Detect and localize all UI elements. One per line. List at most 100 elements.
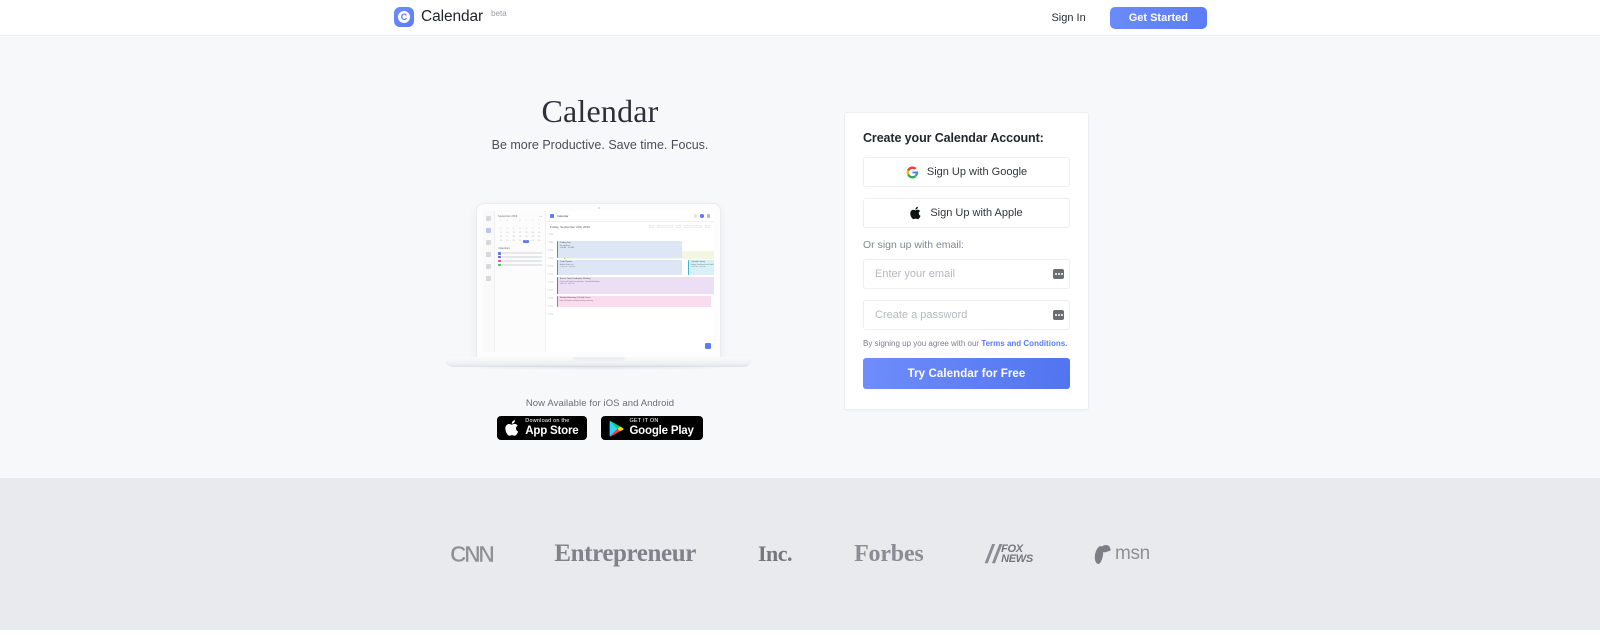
mockup-day-cell: 6	[525, 228, 527, 230]
app-store-line1: Download on the	[525, 418, 570, 424]
mockup-day-cell: 29	[537, 240, 541, 242]
calendar-logo-icon: C	[394, 7, 414, 27]
get-started-button[interactable]: Get Started	[1109, 7, 1207, 29]
mockup-prev-button	[649, 224, 654, 229]
email-input[interactable]	[863, 259, 1070, 289]
mockup-month-arrows: ‹ ›	[539, 215, 542, 218]
apple-button-label: Sign Up with Apple	[930, 207, 1023, 219]
mockup-day-cell: 15	[537, 232, 541, 234]
mockup-event-block: Weekly Marketing Call with Team https://c…	[557, 296, 711, 307]
try-calendar-for-free-button[interactable]: Try Calendar for Free	[863, 358, 1070, 389]
terms-and-conditions-link[interactable]: Terms and Conditions.	[981, 339, 1067, 348]
app-store-badge[interactable]: Download on the App Store	[497, 416, 588, 440]
mockup-main: Calendar Friday, September 27th 2019 8 A…	[546, 211, 714, 352]
mockup-hour-label: 12 PM	[546, 265, 554, 273]
mockup-day-cell: 21	[531, 236, 534, 238]
mockup-day-cell: 8	[538, 228, 540, 230]
mockup-day-cell: 27	[523, 240, 530, 244]
mockup-day-cell: 24	[506, 240, 509, 242]
mockup-day-cell: 25	[512, 240, 515, 242]
rail-icon-reports	[486, 276, 491, 281]
mockup-hour-column: 8 AM 9 AM 10 AM 11 AM 12 PM 1 PM 2 PM 3 PM 4 PM 5…	[546, 231, 554, 352]
mockup-search-icon	[693, 214, 698, 218]
email-field-wrapper	[863, 259, 1070, 289]
mockup-day-cell: 13	[525, 232, 528, 234]
mockup-mini-calendar: S M T W T F S 1 2 3 4 5 6 7 8 9 10 11 12 13 14 15 16 17 18 19 20 21…	[498, 220, 542, 244]
sign-up-with-google-button[interactable]: Sign Up with Google	[863, 157, 1070, 187]
laptop-shadow	[458, 365, 739, 370]
rail-icon-settings	[486, 240, 491, 245]
mockup-notification-icon	[700, 214, 704, 218]
mockup-event-block: Call with Jenny Happy Consultants and Lea…	[688, 260, 714, 275]
sign-in-link[interactable]: Sign In	[1051, 12, 1085, 24]
cnn-logo: CNN	[450, 540, 495, 567]
mockup-day-cell	[530, 224, 536, 227]
google-play-badge[interactable]: GET IT ON Google Play	[601, 416, 703, 440]
mockup-dow: M	[506, 220, 509, 222]
msn-wordmark: msn	[1114, 543, 1150, 564]
availability-label: Now Available for iOS and Android	[525, 398, 675, 409]
mockup-hour-label: 4 PM	[546, 297, 554, 305]
password-manager-icon[interactable]	[1053, 310, 1064, 320]
mockup-today-button	[657, 224, 673, 229]
hero-subtitle: Be more Productive. Save time. Focus.	[491, 138, 709, 152]
mockup-day-cell: 28	[531, 240, 534, 242]
mockup-hour-label: 2 PM	[546, 281, 554, 289]
mockup-icon-rail	[483, 211, 495, 352]
password-manager-icon[interactable]	[1053, 269, 1064, 279]
mockup-day-cell: 20	[525, 236, 528, 238]
mockup-day-cell: 22	[537, 236, 541, 238]
mockup-view-select	[684, 224, 702, 229]
fox-slash: //	[985, 539, 1001, 569]
entrepreneur-logo: Entrepreneur	[554, 540, 696, 567]
password-field-wrapper	[863, 300, 1070, 330]
google-play-line2: Google Play	[629, 424, 694, 437]
mockup-calendar-item	[498, 259, 542, 263]
mockup-hour-label: 1 PM	[546, 273, 554, 281]
password-input[interactable]	[863, 300, 1070, 330]
mockup-calendar-item	[498, 263, 542, 267]
signup-card: Create your Calendar Account: Sign Up wi…	[844, 112, 1089, 410]
mockup-next-button	[676, 224, 681, 229]
webcam-icon	[597, 206, 600, 209]
rail-icon-calendar	[486, 228, 491, 233]
mockup-day-cell: 16	[499, 236, 503, 238]
apple-icon	[910, 206, 921, 220]
mockup-avatar	[706, 214, 710, 218]
mockup-day-cell	[523, 224, 529, 227]
mockup-day-cell	[517, 224, 523, 227]
google-play-icon	[610, 420, 624, 437]
laptop-lid: September 2019 ‹ › S M T W T F S 1 2 3 4 5 6 7 8 9 10 11 1…	[477, 204, 720, 358]
mockup-day-cell: 5	[519, 228, 521, 230]
header-actions: Sign In Get Started	[1051, 0, 1207, 36]
sign-up-with-apple-button[interactable]: Sign Up with Apple	[863, 198, 1070, 228]
msn-logo: msn	[1093, 543, 1150, 565]
mockup-calendars-label: Calendars	[498, 247, 510, 251]
mockup-day-cell: 14	[531, 232, 534, 234]
mockup-date-toolbar: Friday, September 27th 2019	[546, 222, 714, 231]
mockup-day-cell: 9	[500, 232, 502, 234]
mockup-calendar-list	[498, 251, 542, 267]
mockup-day-cell: 18	[512, 236, 515, 238]
app-store-line2: App Store	[525, 424, 579, 437]
mockup-day-cell: 19	[518, 236, 522, 238]
terms-text: By signing up you agree with our Terms a…	[863, 338, 1070, 349]
mockup-hour-label: 11 AM	[546, 257, 554, 265]
site-header: C Calendar beta Sign In Get Started	[0, 0, 1600, 36]
mockup-day-cell: 7	[532, 228, 534, 230]
mockup-day-cell: 23	[499, 240, 503, 242]
brand-name: Calendar	[421, 8, 484, 25]
mockup-event-track: Weekly Marketing Call with Team https://c…	[554, 231, 714, 352]
brand-logo-group[interactable]: C Calendar beta	[394, 7, 507, 27]
hero-copy: Calendar Be more Productive. Save time. …	[440, 91, 760, 154]
rail-icon-grid	[486, 216, 491, 221]
mockup-day-cell: 12	[518, 232, 522, 234]
mockup-day-cell: 10	[506, 232, 509, 234]
email-signup-label: Or sign up with email:	[863, 239, 964, 251]
apple-icon	[505, 420, 519, 436]
mockup-day-cell: 3	[506, 228, 508, 230]
mockup-event-block: Coding Day No attendees 9:00 AM – 9:30 AM	[557, 241, 682, 258]
app-store-section: Now Available for iOS and Android Downlo…	[440, 398, 760, 440]
google-button-label: Sign Up with Google	[926, 166, 1028, 178]
laptop-product-mockup: September 2019 ‹ › S M T W T F S 1 2 3 4 5 6 7 8 9 10 11 1…	[446, 204, 751, 382]
